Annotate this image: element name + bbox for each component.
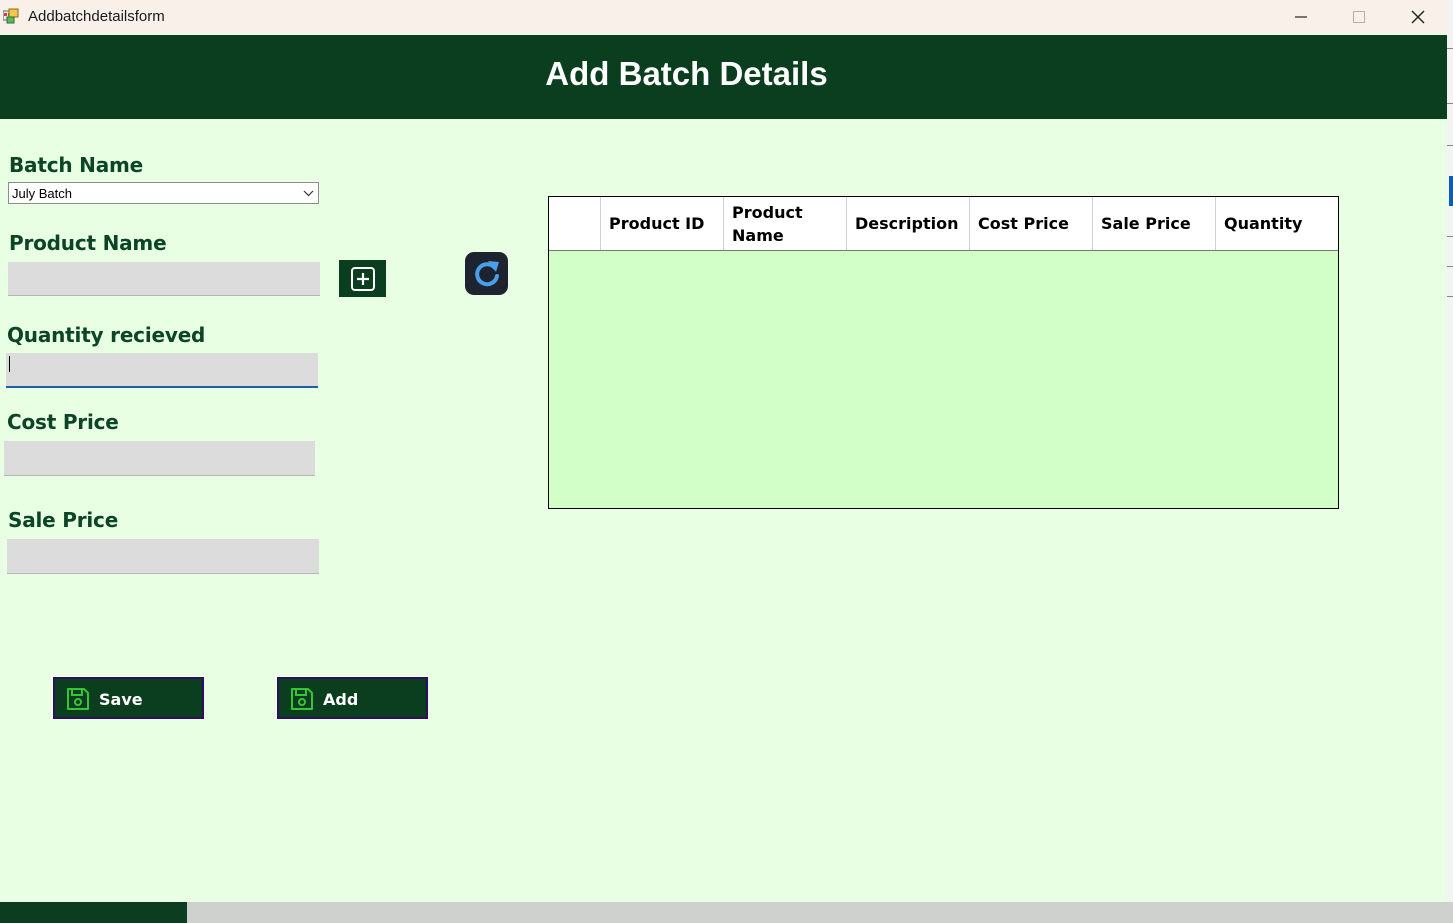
add-button-label: Add [323,690,359,709]
chevron-down-icon [303,190,314,197]
background-line [1447,296,1453,297]
grid-header: Product ID Product Name Description Cost… [549,197,1338,251]
column-description[interactable]: Description [846,197,969,250]
background-line [1447,48,1453,49]
app-form-icon [3,8,19,24]
batch-name-value: July Batch [12,186,72,201]
quantity-received-field[interactable] [6,353,318,388]
page-title: Add Batch Details [545,55,828,92]
sale-price-label: Sale Price [8,508,119,532]
background-window-edge [1447,0,1453,923]
title-bar: Addbatchdetailsform [0,0,1447,34]
background-line [1447,103,1453,104]
add-product-button[interactable] [339,260,386,297]
background-line [1447,236,1453,237]
minimize-button[interactable] [1272,0,1330,34]
background-accent [1449,176,1453,206]
column-product-name[interactable]: Product Name [723,197,846,250]
maximize-button[interactable] [1330,0,1388,34]
close-button[interactable] [1389,0,1447,34]
quantity-received-label: Quantity recieved [7,323,206,347]
save-button[interactable]: Save [53,677,204,719]
floppy-disk-icon [291,688,313,710]
close-icon [1411,10,1425,24]
grid-row-header-column[interactable] [549,197,600,250]
page-header: Add Batch Details [0,35,1447,119]
product-name-field[interactable] [8,262,320,296]
cost-price-label: Cost Price [7,410,119,434]
save-button-label: Save [99,690,143,709]
taskbar-area [0,902,1453,923]
batch-name-dropdown[interactable]: July Batch [8,182,319,204]
batch-name-label: Batch Name [9,153,143,177]
minimize-icon [1295,16,1307,18]
text-caret [9,356,10,372]
column-sale-price[interactable]: Sale Price [1092,197,1215,250]
add-button[interactable]: Add [277,677,428,719]
background-line [1447,266,1453,267]
taskbar-app-tile [0,902,187,923]
background-line [1447,145,1453,146]
column-quantity[interactable]: Quantity [1215,197,1338,250]
cost-price-field[interactable] [4,441,315,476]
floppy-disk-icon [67,688,89,710]
column-cost-price[interactable]: Cost Price [969,197,1092,250]
plus-square-icon [350,266,375,291]
refresh-button[interactable] [465,252,508,295]
refresh-icon [474,260,499,286]
batch-items-grid[interactable]: Product ID Product Name Description Cost… [548,196,1339,509]
window-title: Addbatchdetailsform [28,8,165,25]
product-name-label: Product Name [9,231,167,255]
sale-price-field[interactable] [7,539,319,574]
app-window: Addbatchdetailsform Add Batch Details Ba… [0,0,1447,902]
maximize-icon [1353,11,1365,23]
column-product-id[interactable]: Product ID [600,197,723,250]
